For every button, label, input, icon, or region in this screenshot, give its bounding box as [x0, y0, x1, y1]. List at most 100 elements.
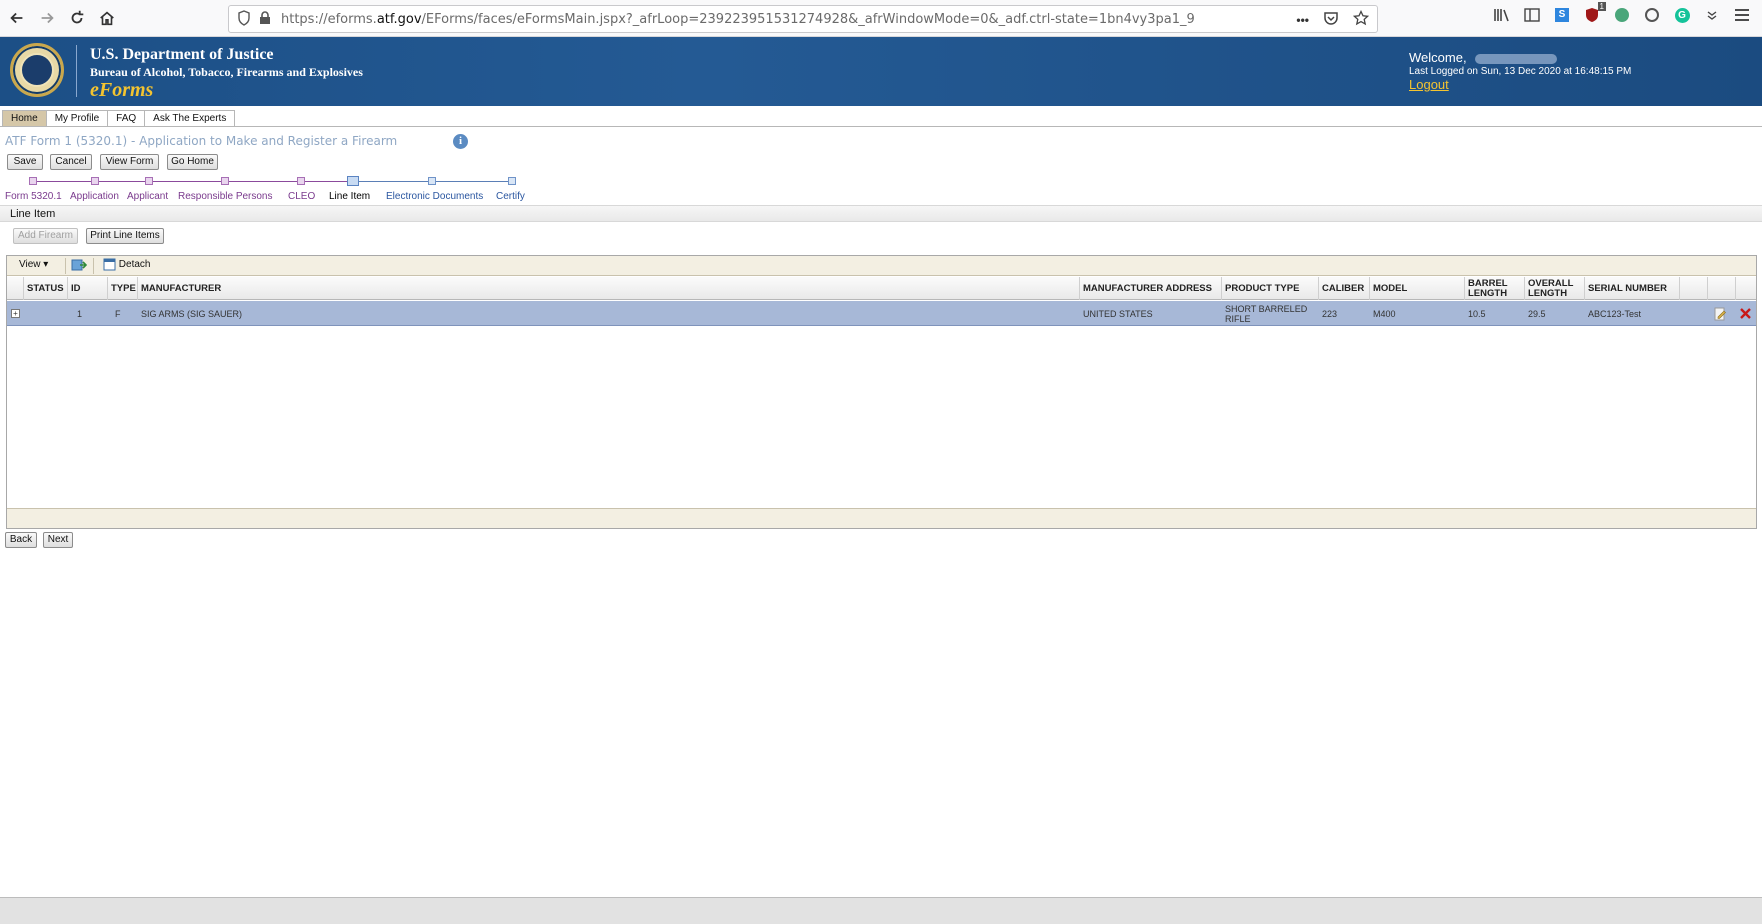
line-item-table: View ▾ Detach STATUS ID TYPE MANUFACTURE…: [6, 255, 1757, 529]
grammarly-icon[interactable]: G: [1672, 5, 1692, 25]
detach-icon: [103, 258, 116, 271]
detach-button[interactable]: Detach: [103, 258, 150, 271]
bureau-name: Bureau of Alcohol, Tobacco, Firearms and…: [90, 65, 363, 79]
tab-home[interactable]: Home: [2, 110, 47, 127]
toolbar-separator: [93, 258, 94, 274]
train-label-applicant[interactable]: Applicant: [127, 191, 168, 202]
train-label-responsible-persons[interactable]: Responsible Persons: [178, 191, 273, 202]
cell-model: M400: [1373, 308, 1396, 319]
lock-icon[interactable]: [259, 10, 271, 28]
header-divider: [76, 45, 77, 97]
delete-icon[interactable]: [1736, 301, 1756, 326]
view-form-button[interactable]: View Form: [100, 154, 159, 170]
tab-my-profile[interactable]: My Profile: [46, 110, 109, 127]
reload-icon[interactable]: [64, 5, 90, 31]
app-name: eForms: [90, 79, 154, 101]
train-node-application[interactable]: [91, 177, 99, 185]
train-node-electronic-documents[interactable]: [428, 177, 436, 185]
train-connector: [229, 181, 297, 182]
section-header: Line Item: [0, 205, 1762, 222]
toolbar-separator: [65, 258, 66, 274]
column-header-overall-length[interactable]: OVERALL LENGTH: [1525, 277, 1585, 300]
train-connector: [436, 181, 508, 182]
url-bar[interactable]: https://eforms.atf.gov/EForms/faces/eFor…: [228, 5, 1378, 33]
last-logged-text: Last Logged on Sun, 13 Dec 2020 at 16:48…: [1409, 66, 1632, 77]
column-header-manufacturer-address[interactable]: MANUFACTURER ADDRESS: [1080, 277, 1222, 300]
back-arrow-icon[interactable]: [4, 5, 30, 31]
page-title: ATF Form 1 (5320.1) - Application to Mak…: [5, 134, 398, 148]
overflow-chevron-icon[interactable]: [1702, 5, 1722, 25]
freeze-icon[interactable]: [71, 258, 88, 275]
column-header-barrel-length[interactable]: BARREL LENGTH: [1465, 277, 1525, 300]
library-icon[interactable]: [1492, 5, 1512, 25]
tab-ask-the-experts[interactable]: Ask The Experts: [145, 110, 236, 127]
print-line-items-button[interactable]: Print Line Items: [86, 228, 164, 244]
url-domain: atf.gov: [376, 11, 422, 27]
column-header-product-type[interactable]: PRODUCT TYPE: [1222, 277, 1319, 300]
column-header-id[interactable]: ID: [68, 277, 108, 300]
edit-icon[interactable]: [1710, 301, 1730, 326]
info-icon[interactable]: i: [453, 134, 468, 149]
column-header-manufacturer[interactable]: MANUFACTURER: [138, 277, 1080, 300]
bookmark-star-icon[interactable]: [1352, 9, 1370, 29]
shield-icon[interactable]: [237, 9, 251, 29]
page-actions-icon[interactable]: •••: [1296, 13, 1309, 27]
home-icon[interactable]: [94, 5, 120, 31]
tab-faq[interactable]: FAQ: [108, 110, 146, 127]
url-text[interactable]: https://eforms.atf.gov/EForms/faces/eFor…: [281, 12, 1195, 27]
column-header-status[interactable]: STATUS: [24, 277, 68, 300]
train-label-application[interactable]: Application: [70, 191, 119, 202]
welcome-text: Welcome,: [1409, 50, 1557, 65]
train-connector: [359, 181, 428, 182]
back-button[interactable]: Back: [5, 532, 37, 548]
cell-serial-number: ABC123-Test: [1588, 308, 1642, 319]
ublock-badge: 1: [1597, 2, 1606, 11]
next-button[interactable]: Next: [43, 532, 73, 548]
expand-row-toggle[interactable]: +: [7, 301, 24, 326]
detach-label: Detach: [118, 259, 151, 271]
cell-status: [24, 301, 68, 326]
train-connector: [99, 181, 145, 182]
train-node-certify[interactable]: [508, 177, 516, 185]
account-icon[interactable]: [1642, 5, 1662, 25]
column-header-type[interactable]: TYPE: [108, 277, 138, 300]
table-footer: [7, 508, 1756, 528]
train-label-certify[interactable]: Certify: [496, 191, 525, 202]
table-row[interactable]: + 1 F SIG ARMS (SIG SAUER) UNITED STATES…: [7, 301, 1756, 326]
train-label-line-item: Line Item: [329, 191, 371, 202]
site-header: U.S. Department of Justice Bureau of Alc…: [0, 37, 1762, 106]
save-button[interactable]: Save: [7, 154, 43, 170]
train-label-form[interactable]: Form 5320.1: [5, 191, 62, 202]
step-train: Form 5320.1 Application Applicant Respon…: [0, 175, 540, 205]
train-node-form[interactable]: [29, 177, 37, 185]
train-connector: [37, 181, 91, 182]
column-header-model[interactable]: MODEL: [1370, 277, 1465, 300]
train-node-cleo[interactable]: [297, 177, 305, 185]
column-header-delete: [1708, 277, 1736, 300]
cell-type: F: [115, 308, 121, 319]
extension-green-icon[interactable]: [1612, 5, 1632, 25]
column-header-caliber[interactable]: CALIBER: [1319, 277, 1370, 300]
logout-link[interactable]: Logout: [1409, 77, 1449, 92]
hamburger-menu-icon[interactable]: [1732, 5, 1752, 25]
go-home-button[interactable]: Go Home: [167, 154, 218, 170]
expand-plus-icon: +: [11, 309, 20, 318]
extension-s-icon[interactable]: S: [1552, 5, 1572, 25]
ublock-icon[interactable]: 1: [1582, 2, 1606, 25]
view-menu[interactable]: View ▾: [19, 259, 48, 270]
train-node-applicant[interactable]: [145, 177, 153, 185]
cancel-button[interactable]: Cancel: [50, 154, 92, 170]
train-node-line-item[interactable]: [347, 176, 359, 186]
column-header-serial-number[interactable]: SERIAL NUMBER: [1585, 277, 1680, 300]
train-connector: [305, 181, 347, 182]
add-firearm-button[interactable]: Add Firearm: [13, 228, 78, 244]
cell-manufacturer-address: UNITED STATES: [1083, 308, 1153, 319]
train-label-electronic-documents[interactable]: Electronic Documents: [386, 191, 483, 202]
train-node-responsible-persons[interactable]: [221, 177, 229, 185]
cell-overall-length: 29.5: [1528, 308, 1546, 319]
pocket-icon[interactable]: [1323, 10, 1339, 29]
forward-arrow-icon[interactable]: [34, 5, 60, 31]
sidebar-icon[interactable]: [1522, 5, 1542, 25]
column-header-expand: [7, 277, 24, 300]
train-label-cleo[interactable]: CLEO: [288, 191, 315, 202]
